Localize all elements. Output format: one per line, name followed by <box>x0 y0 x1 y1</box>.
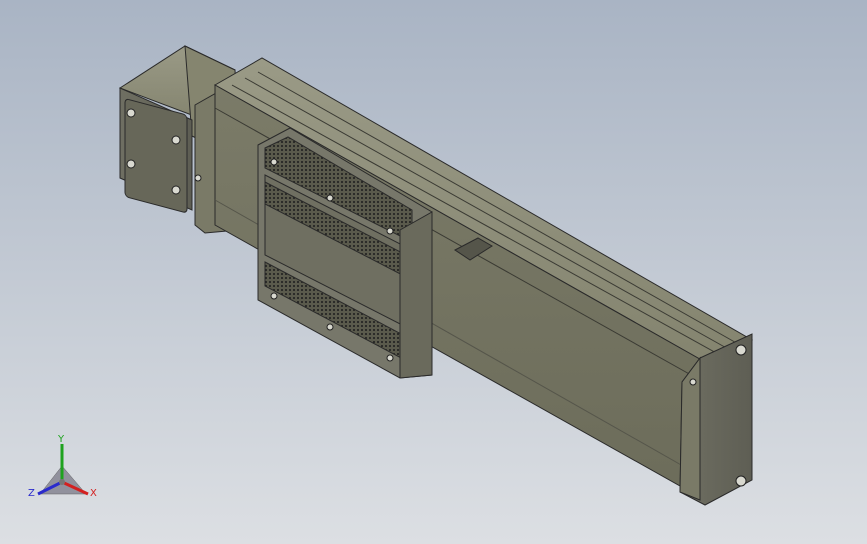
bolt-icon <box>386 227 394 235</box>
bolt-icon <box>126 159 136 169</box>
bolt-icon <box>735 344 747 356</box>
bolt-icon <box>270 292 278 300</box>
bolt-icon <box>171 135 181 145</box>
x-axis-label: X <box>90 488 97 499</box>
z-axis-label: Z <box>28 488 35 499</box>
bolt-icon <box>326 194 334 202</box>
cad-viewport[interactable]: Y X Z <box>0 0 867 544</box>
bolt-icon <box>386 354 394 362</box>
bolt-icon <box>689 378 697 386</box>
bolt-icon <box>270 158 278 166</box>
y-axis-label: Y <box>57 434 65 445</box>
triad-origin-icon <box>59 479 65 485</box>
bolt-icon <box>194 174 202 182</box>
linear-actuator-model[interactable]: Y X Z <box>0 0 867 544</box>
bolt-icon <box>171 185 181 195</box>
bolt-icon <box>326 323 334 331</box>
bolt-icon <box>126 108 136 118</box>
orientation-triad[interactable]: Y X Z <box>28 434 97 499</box>
bolt-icon <box>735 475 747 487</box>
